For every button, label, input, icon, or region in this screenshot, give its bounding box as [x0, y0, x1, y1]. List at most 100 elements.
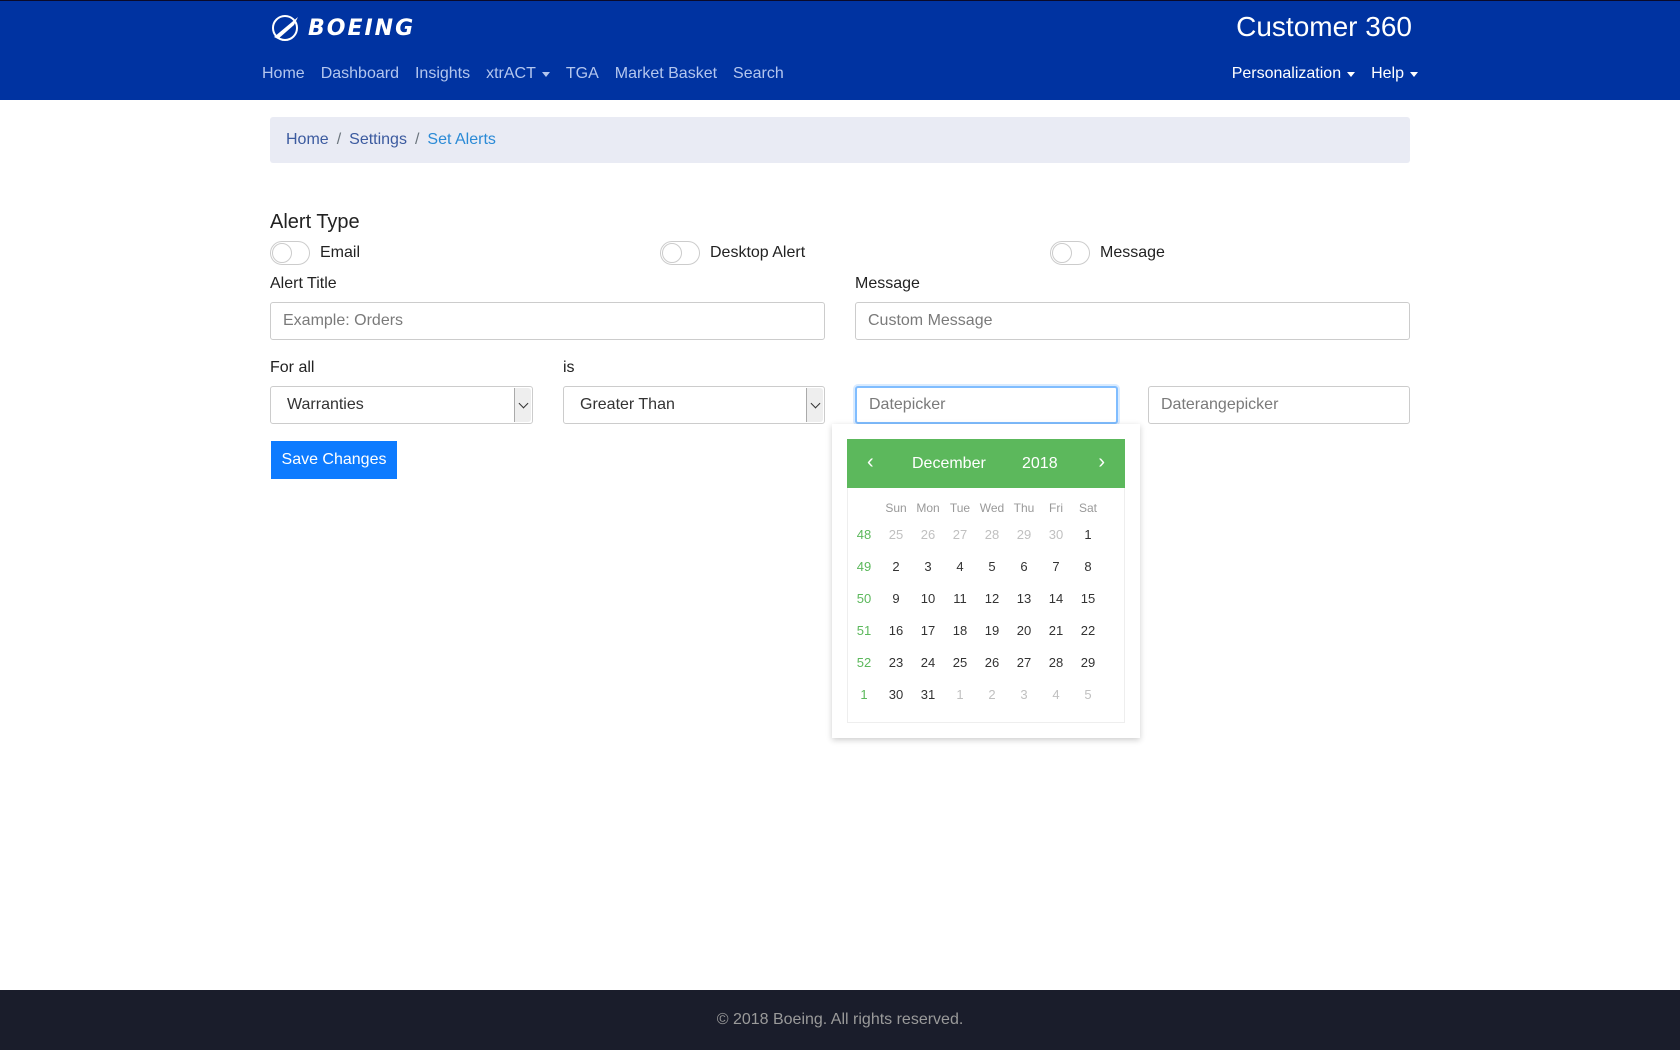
nav-insights-label: Insights: [414, 65, 471, 82]
calendar-day[interactable]: 25: [944, 655, 976, 670]
calendar-day[interactable]: 12: [976, 591, 1008, 606]
breadcrumb-settings[interactable]: Settings: [349, 131, 407, 149]
for-all-label: For all: [270, 359, 315, 376]
calendar-day[interactable]: 26: [976, 655, 1008, 670]
nav-help-dropdown[interactable]: Help: [1371, 65, 1418, 83]
calendar-day[interactable]: 18: [944, 623, 976, 638]
message-toggle-row: Message: [1050, 241, 1165, 265]
save-changes-button[interactable]: Save Changes: [271, 441, 397, 479]
for-all-select-value: Warranties: [287, 396, 364, 413]
calendar-day[interactable]: 27: [944, 527, 976, 542]
calendar-day[interactable]: 28: [976, 527, 1008, 542]
daterangepicker-input[interactable]: [1148, 386, 1410, 424]
email-toggle[interactable]: [270, 241, 310, 265]
week-number: 1: [860, 686, 868, 702]
weekday-label: Sat: [1078, 501, 1097, 515]
datepicker-month[interactable]: December: [912, 455, 986, 473]
is-select-value: Greater Than: [580, 396, 675, 413]
calendar-day[interactable]: 31: [912, 687, 944, 702]
calendar-day[interactable]: 2: [880, 559, 912, 574]
nav-personalization-dropdown[interactable]: Personalization: [1231, 65, 1356, 83]
chevron-right-icon[interactable]: ›: [1098, 451, 1105, 474]
calendar-day[interactable]: 29: [1072, 655, 1104, 670]
chevron-left-icon[interactable]: ‹: [867, 451, 874, 474]
nav-xtract-label: xtrACT: [486, 65, 536, 82]
weekday-header-row: Sun Mon Tue Wed Thu Fri Sat: [848, 498, 1104, 518]
calendar-day[interactable]: 28: [1040, 655, 1072, 670]
nav-search[interactable]: Search: [725, 65, 792, 83]
calendar-week-row: 50 9 10 11 12 13 14 15: [848, 582, 1104, 614]
nav-personalization-label: Personalization: [1231, 65, 1342, 82]
calendar-day[interactable]: 29: [1008, 527, 1040, 542]
for-all-select[interactable]: Warranties: [270, 386, 533, 424]
is-select[interactable]: Greater Than: [563, 386, 825, 424]
nav-right: Personalization Help: [1232, 65, 1418, 83]
week-number: 52: [856, 654, 872, 670]
calendar-day[interactable]: 3: [912, 559, 944, 574]
calendar-day[interactable]: 5: [976, 559, 1008, 574]
boeing-logo[interactable]: BOEING: [268, 11, 415, 45]
datepicker-header: ‹ December 2018 ›: [847, 439, 1125, 488]
calendar-day[interactable]: 3: [1008, 687, 1040, 702]
message-toggle[interactable]: [1050, 241, 1090, 265]
breadcrumb-separator: /: [414, 131, 420, 148]
message-input[interactable]: [855, 302, 1410, 340]
calendar-day[interactable]: 1: [1072, 527, 1104, 542]
calendar-day[interactable]: 4: [944, 559, 976, 574]
calendar-day[interactable]: 23: [880, 655, 912, 670]
calendar-day[interactable]: 25: [880, 527, 912, 542]
calendar-day[interactable]: 30: [1040, 527, 1072, 542]
week-number: 51: [856, 622, 872, 638]
calendar-day[interactable]: 13: [1008, 591, 1040, 606]
nav-insights[interactable]: Insights: [407, 65, 478, 83]
calendar-day[interactable]: 8: [1072, 559, 1104, 574]
nav-xtract-dropdown[interactable]: xtrACT: [478, 65, 558, 83]
calendar-day[interactable]: 2: [976, 687, 1008, 702]
desktop-alert-toggle[interactable]: [660, 241, 700, 265]
breadcrumb-current: Set Alerts: [427, 131, 496, 148]
calendar-day[interactable]: 30: [880, 687, 912, 702]
calendar-day[interactable]: 27: [1008, 655, 1040, 670]
nav-home-label: Home: [262, 65, 305, 82]
caret-down-icon: [1347, 71, 1356, 77]
nav-help-label: Help: [1371, 65, 1404, 82]
logo-text: BOEING: [308, 15, 416, 41]
weekday-label: Sun: [885, 501, 907, 515]
caret-down-icon: [1410, 71, 1418, 77]
calendar-day[interactable]: 17: [912, 623, 944, 638]
calendar-day[interactable]: 21: [1040, 623, 1072, 638]
calendar-day[interactable]: 5: [1072, 687, 1104, 702]
datepicker-input[interactable]: [855, 386, 1118, 424]
calendar-day[interactable]: 9: [880, 591, 912, 606]
calendar-day[interactable]: 1: [944, 687, 976, 702]
chevron-down-icon: [514, 388, 531, 422]
breadcrumb-separator: /: [336, 131, 342, 148]
top-navbar: BOEING Customer 360 Home Dashboard Insig…: [0, 0, 1680, 100]
calendar-week-row: 52 23 24 25 26 27 28 29: [848, 646, 1104, 678]
calendar-grid: Sun Mon Tue Wed Thu Fri Sat 48 25 26 27 28 29…: [848, 498, 1104, 710]
calendar-day[interactable]: 4: [1040, 687, 1072, 702]
email-toggle-row: Email: [270, 241, 360, 265]
calendar-day[interactable]: 10: [912, 591, 944, 606]
calendar-day[interactable]: 20: [1008, 623, 1040, 638]
calendar-day[interactable]: 24: [912, 655, 944, 670]
calendar-day[interactable]: 19: [976, 623, 1008, 638]
calendar-day[interactable]: 6: [1008, 559, 1040, 574]
nav-search-label: Search: [733, 65, 784, 82]
nav-tga[interactable]: TGA: [558, 65, 607, 83]
calendar-day[interactable]: 16: [880, 623, 912, 638]
calendar-day[interactable]: 22: [1072, 623, 1104, 638]
nav-dashboard[interactable]: Dashboard: [313, 65, 407, 83]
breadcrumb: Home / Settings / Set Alerts: [270, 117, 1410, 163]
calendar-day[interactable]: 7: [1040, 559, 1072, 574]
nav-market-basket-label: Market Basket: [614, 65, 718, 82]
nav-market-basket[interactable]: Market Basket: [607, 65, 725, 83]
calendar-day[interactable]: 11: [944, 591, 976, 606]
datepicker-year[interactable]: 2018: [1022, 455, 1058, 473]
breadcrumb-home[interactable]: Home: [286, 131, 329, 149]
calendar-day[interactable]: 26: [912, 527, 944, 542]
nav-home[interactable]: Home: [262, 65, 313, 83]
alert-title-input[interactable]: [270, 302, 825, 340]
calendar-day[interactable]: 14: [1040, 591, 1072, 606]
calendar-day[interactable]: 15: [1072, 591, 1104, 606]
